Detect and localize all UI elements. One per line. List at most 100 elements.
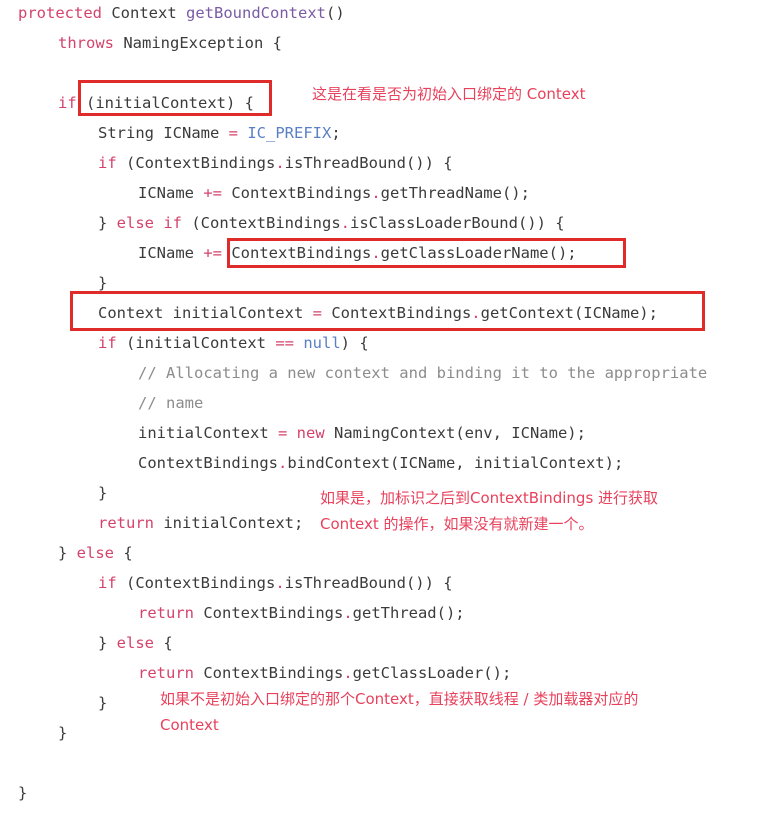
code-token: ContextBindings bbox=[222, 244, 372, 262]
code-token: } bbox=[98, 484, 108, 502]
code-token: } bbox=[98, 694, 108, 712]
code-token: = bbox=[228, 124, 238, 142]
code-token: getBoundContext bbox=[186, 4, 326, 22]
code-token: if bbox=[98, 574, 117, 592]
code-token: . bbox=[343, 604, 353, 622]
code-line: Context initialContext = ContextBindings… bbox=[0, 298, 759, 328]
code-token: else bbox=[116, 214, 154, 232]
code-token: return bbox=[138, 664, 194, 682]
code-token: ContextBindings bbox=[194, 664, 344, 682]
code-token: . bbox=[371, 244, 381, 262]
code-token: return bbox=[98, 514, 154, 532]
code-token: isThreadBound()) { bbox=[284, 574, 453, 592]
annotation-line: Context 的操作，如果没有就新建一个。 bbox=[320, 515, 594, 533]
code-token: protected bbox=[18, 4, 102, 22]
code-line: } bbox=[0, 778, 759, 808]
code-line: String ICName = IC_PREFIX; bbox=[0, 118, 759, 148]
code-token: } bbox=[98, 274, 108, 292]
code-token: . bbox=[275, 154, 285, 172]
code-line: // Allocating a new context and binding … bbox=[0, 358, 759, 388]
code-token: Context bbox=[111, 4, 177, 22]
code-token: getClassLoader(); bbox=[352, 664, 512, 682]
annotation-is-initial-context: 这是在看是否为初始入口绑定的 Context bbox=[312, 81, 586, 107]
code-line: protected Context getBoundContext() bbox=[0, 0, 759, 28]
code-line: initialContext = new NamingContext(env, … bbox=[0, 418, 759, 448]
code-token: return bbox=[138, 604, 194, 622]
code-token: initialContext; bbox=[154, 514, 304, 532]
code-token: ContextBindings bbox=[194, 604, 344, 622]
code-token: getThreadName(); bbox=[380, 184, 530, 202]
code-token: } bbox=[98, 214, 117, 232]
code-token: // Allocating a new context and binding … bbox=[138, 364, 708, 382]
code-line: ICName += ContextBindings.getClassLoader… bbox=[0, 238, 759, 268]
code-token: String ICName bbox=[98, 124, 229, 142]
code-line: } else { bbox=[0, 538, 759, 568]
annotation-not-initial-context: 如果不是初始入口绑定的那个Context，直接获取线程 / 类加载器对应的 Con… bbox=[160, 686, 638, 738]
annotation-line: 如果不是初始入口绑定的那个Context，直接获取线程 / 类加载器对应的 bbox=[160, 690, 639, 708]
code-token: getContext(ICName); bbox=[480, 304, 658, 322]
code-line: throws NamingException { bbox=[0, 28, 759, 58]
code-token: += bbox=[203, 184, 222, 202]
code-token: == bbox=[275, 334, 294, 352]
code-line: } bbox=[0, 268, 759, 298]
code-line: // name bbox=[0, 388, 759, 418]
code-token: else bbox=[76, 544, 114, 562]
code-token: (ContextBindings bbox=[116, 574, 276, 592]
code-token: { bbox=[154, 634, 173, 652]
code-token: NamingContext(env, ICName); bbox=[324, 424, 586, 442]
code-token: ContextBindings bbox=[138, 454, 278, 472]
code-token: = bbox=[312, 304, 322, 322]
code-token: if bbox=[163, 214, 183, 232]
annotation-line: 这是在看是否为初始入口绑定的 Context bbox=[312, 85, 586, 103]
code-token: ICName bbox=[138, 184, 204, 202]
code-token: ICName bbox=[138, 244, 204, 262]
code-token: throws bbox=[58, 34, 114, 52]
code-line: ContextBindings.bindContext(ICName, init… bbox=[0, 448, 759, 478]
code-token: { bbox=[114, 544, 133, 562]
code-token: . bbox=[275, 574, 285, 592]
code-token: if bbox=[98, 334, 117, 352]
code-token: } bbox=[18, 784, 28, 802]
code-token: . bbox=[371, 184, 381, 202]
code-line: return ContextBindings.getThread(); bbox=[0, 598, 759, 628]
code-token: . bbox=[340, 214, 350, 232]
code-line: if (ContextBindings.isThreadBound()) { bbox=[0, 568, 759, 598]
code-token: bindContext(ICName, initialContext); bbox=[287, 454, 624, 472]
code-token: else bbox=[116, 634, 154, 652]
code-token: (ContextBindings bbox=[182, 214, 341, 232]
code-token: (initialContext) { bbox=[76, 94, 254, 112]
code-token: isThreadBound()) { bbox=[284, 154, 453, 172]
code-token: ) { bbox=[340, 334, 369, 352]
annotation-get-from-contextbindings: 如果是，加标识之后到ContextBindings 进行获取 Context 的操… bbox=[320, 485, 658, 537]
code-token: += bbox=[203, 244, 222, 262]
code-token: ContextBindings bbox=[222, 184, 372, 202]
code-token: () bbox=[326, 4, 345, 22]
code-line: if (ContextBindings.isThreadBound()) { bbox=[0, 148, 759, 178]
code-token: (ContextBindings bbox=[116, 154, 276, 172]
annotation-line: 如果是，加标识之后到ContextBindings 进行获取 bbox=[320, 489, 659, 507]
code-token: . bbox=[471, 304, 481, 322]
code-token: new bbox=[296, 424, 325, 442]
code-line: } else if (ContextBindings.isClassLoader… bbox=[0, 208, 759, 238]
code-line: if (initialContext == null) { bbox=[0, 328, 759, 358]
annotation-line: Context bbox=[160, 716, 219, 734]
code-token: = bbox=[277, 424, 288, 442]
code-token: if bbox=[58, 94, 77, 112]
code-token: if bbox=[98, 154, 117, 172]
code-token: getClassLoaderName(); bbox=[380, 244, 577, 262]
code-token: . bbox=[277, 454, 288, 472]
code-token: initialContext bbox=[138, 424, 278, 442]
code-token: (initialContext bbox=[116, 334, 276, 352]
code-token: null bbox=[303, 334, 341, 352]
code-token: } bbox=[58, 544, 77, 562]
code-token: Context initialContext bbox=[98, 304, 313, 322]
code-token: } bbox=[58, 724, 68, 742]
code-line: return ContextBindings.getClassLoader(); bbox=[0, 658, 759, 688]
code-token: ContextBindings bbox=[321, 304, 472, 322]
